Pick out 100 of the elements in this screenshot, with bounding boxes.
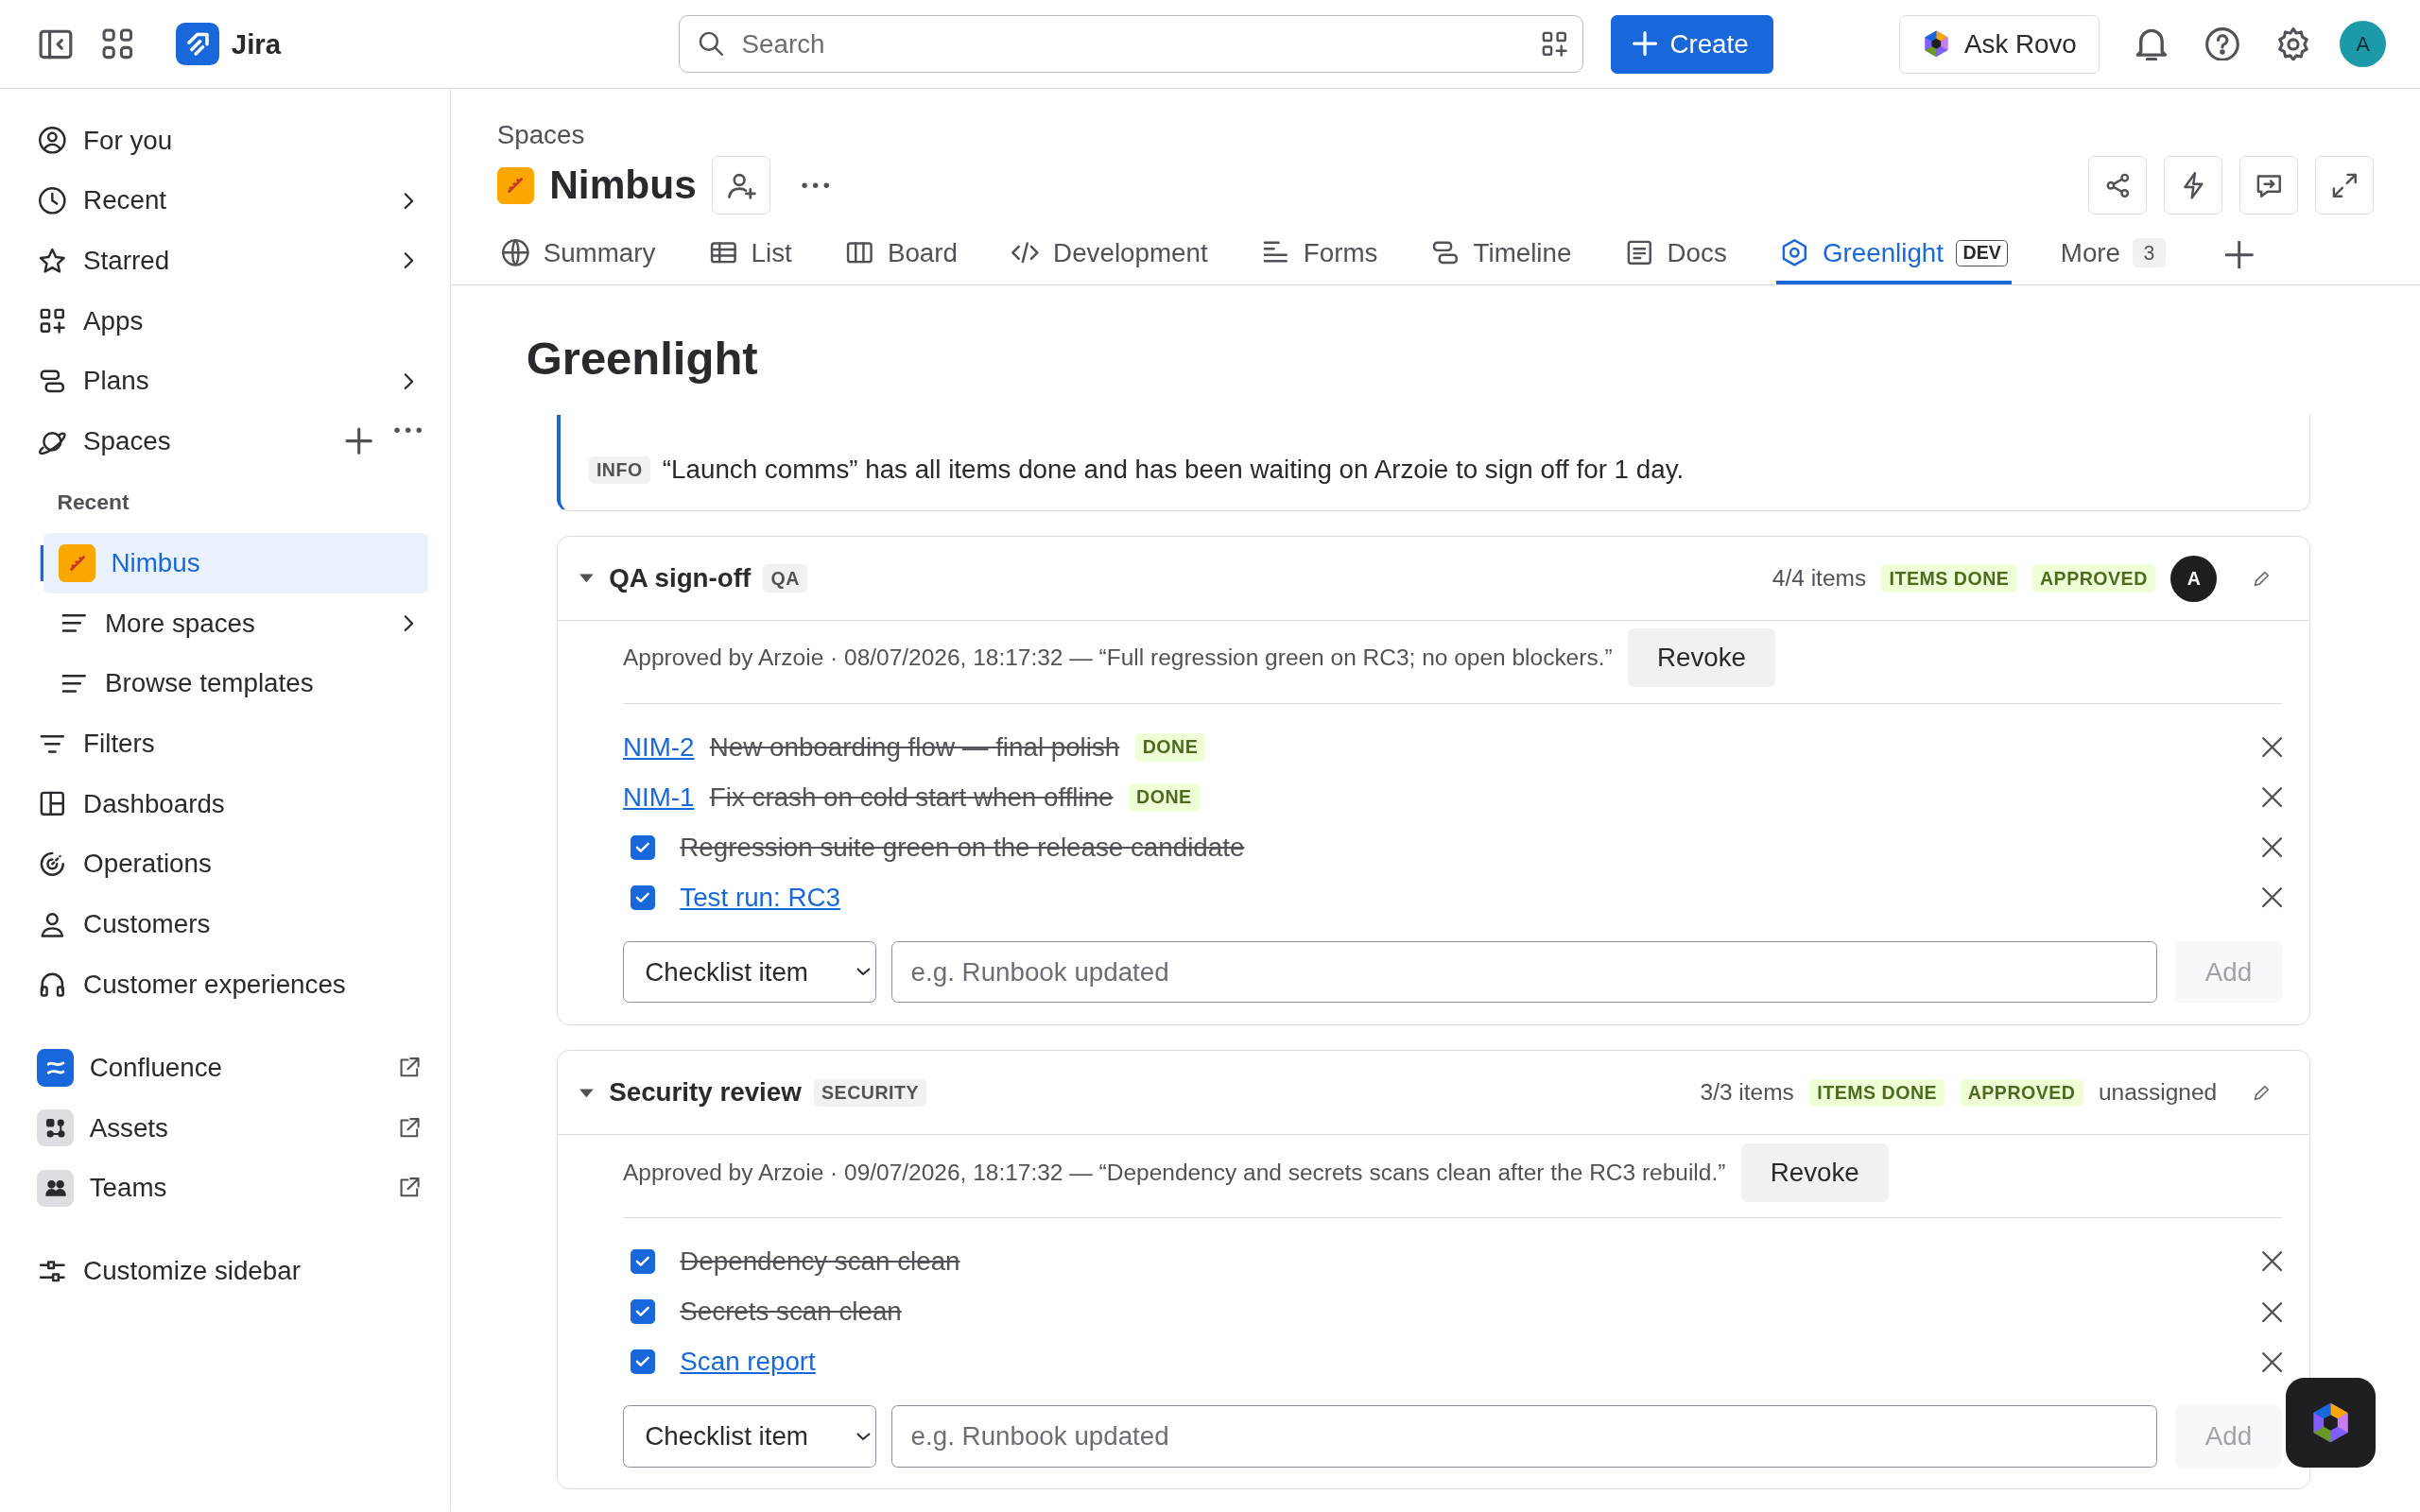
item-count: 4/4 items xyxy=(1772,565,1867,593)
checkbox[interactable] xyxy=(631,834,656,860)
category-tag: SECURITY xyxy=(813,1078,927,1108)
tab[interactable]: Board xyxy=(840,225,961,284)
sidebar-item[interactable]: Customize sidebar xyxy=(25,1241,428,1302)
add-tab-icon[interactable] xyxy=(2225,241,2254,269)
close-icon[interactable] xyxy=(2261,1301,2282,1322)
tab[interactable]: Timeline xyxy=(1426,225,1575,284)
sidebar-item[interactable]: For you xyxy=(25,110,428,171)
item-count: 3/3 items xyxy=(1700,1079,1794,1107)
notification-icon[interactable] xyxy=(2135,26,2169,61)
rovo-chat-button[interactable] xyxy=(2285,1377,2376,1468)
tab[interactable]: Summary xyxy=(496,225,659,284)
space-logo-icon xyxy=(496,166,534,204)
checkbox[interactable] xyxy=(631,1349,656,1375)
jira-logo-icon xyxy=(176,22,219,66)
sidebar-item[interactable]: Browse templates xyxy=(25,653,428,714)
close-icon[interactable] xyxy=(2261,1251,2282,1272)
more-icon[interactable] xyxy=(801,181,830,189)
page-title: Greenlight xyxy=(526,331,759,385)
sidebar-item[interactable]: Spaces xyxy=(25,411,428,472)
item-link[interactable]: Test run: RC3 xyxy=(680,882,840,913)
search-input[interactable]: Search xyxy=(738,26,1528,61)
sidebar-item[interactable]: Apps xyxy=(25,290,428,352)
status-lozenge: DONE xyxy=(1128,783,1200,812)
create-button[interactable]: Create xyxy=(1611,14,1773,74)
tab[interactable]: More 3 xyxy=(2057,225,2169,284)
caret-down-icon[interactable] xyxy=(579,574,594,583)
status-lozenge: ITEMS DONE xyxy=(1881,564,2017,593)
plus-icon xyxy=(1633,31,1658,57)
confluence-logo-icon xyxy=(37,1049,75,1087)
category-tag: QA xyxy=(763,564,807,593)
sidebar-item[interactable]: Assets xyxy=(25,1097,428,1159)
sidebar-item[interactable]: Customers xyxy=(25,894,428,954)
checkbox[interactable] xyxy=(631,1299,656,1325)
close-icon[interactable] xyxy=(2261,837,2282,858)
feedback-icon[interactable] xyxy=(2239,156,2299,215)
close-icon[interactable] xyxy=(2261,737,2282,758)
issue-summary: New onboarding flow — final polish xyxy=(709,731,1120,763)
issue-link[interactable]: NIM-2 xyxy=(622,731,695,763)
sidebar-item[interactable]: Recent xyxy=(25,170,428,232)
approval-note: Approved by Arzoie · 08/07/2026, 18:17:32 — “Full regression green on RC3; no open blockers.” xyxy=(622,644,1613,672)
sidebar-item[interactable]: Starred xyxy=(25,231,428,291)
sidebar-item[interactable]: Plans xyxy=(25,351,428,412)
tab[interactable]: Docs xyxy=(1620,225,1731,284)
more-icon[interactable] xyxy=(394,427,423,434)
ask-rovo-button[interactable]: Ask Rovo xyxy=(1898,14,2100,74)
share-icon[interactable] xyxy=(2088,156,2148,215)
sidebar-item[interactable]: Nimbus xyxy=(43,533,428,593)
sidebar-item[interactable]: Dashboards xyxy=(25,773,428,834)
add-people-icon[interactable] xyxy=(712,156,771,215)
revoke-button[interactable]: Revoke xyxy=(1740,1143,1889,1202)
plus-icon[interactable] xyxy=(344,427,373,455)
app-switcher-icon[interactable] xyxy=(101,28,133,60)
checkbox[interactable] xyxy=(631,1249,656,1275)
checklist-item-text: Secrets scan clean xyxy=(680,1297,902,1328)
lightning-icon[interactable] xyxy=(2164,156,2223,215)
caret-down-icon[interactable] xyxy=(579,1088,594,1098)
checkbox[interactable] xyxy=(631,885,656,910)
sidebar-item[interactable]: More spaces xyxy=(25,593,428,654)
close-icon[interactable] xyxy=(2261,1351,2282,1372)
tab[interactable]: Development xyxy=(1007,225,1211,284)
revoke-button[interactable]: Revoke xyxy=(1627,628,1776,688)
search-field[interactable]: Search xyxy=(679,15,1584,73)
checklist-item-text: Regression suite green on the release candidate xyxy=(680,832,1245,863)
tab[interactable]: Greenlight DEV xyxy=(1776,225,2012,284)
settings-icon[interactable] xyxy=(2276,26,2311,61)
sidebar-item[interactable]: Teams xyxy=(25,1158,428,1219)
expand-icon[interactable] xyxy=(2315,156,2375,215)
sidebar-item[interactable]: Operations xyxy=(25,833,428,895)
sidebar-item[interactable]: Customer experiences xyxy=(25,954,428,1015)
status-lozenge: APPROVED xyxy=(2031,564,2155,593)
tab[interactable]: List xyxy=(704,225,795,284)
user-avatar[interactable]: A xyxy=(2340,21,2387,67)
assets-icon xyxy=(37,1109,75,1147)
status-lozenge: APPROVED xyxy=(1960,1078,2083,1108)
app-name: Jira xyxy=(231,27,282,60)
approval-note: Approved by Arzoie · 09/07/2026, 18:17:32 — “Dependency and secrets scans clean after the RC3 rebuild.” xyxy=(622,1159,1726,1186)
clock-icon xyxy=(37,185,68,216)
globe-icon xyxy=(499,237,531,268)
status-lozenge: DONE xyxy=(1134,733,1206,762)
help-icon[interactable] xyxy=(2205,26,2240,61)
assignee-avatar: A xyxy=(2170,555,2218,602)
dev-badge: DEV xyxy=(1956,239,2009,266)
sidebar-item[interactable]: Confluence xyxy=(25,1038,428,1098)
issue-summary: Fix crash on cold start when offline xyxy=(709,782,1114,813)
tab-count: 3 xyxy=(2133,238,2166,267)
close-icon[interactable] xyxy=(2261,787,2282,808)
tab[interactable]: Forms xyxy=(1256,225,1381,284)
sidebar-item[interactable]: Filters xyxy=(25,713,428,774)
info-tag: INFO xyxy=(588,455,650,485)
issue-link[interactable]: NIM-1 xyxy=(622,782,695,813)
item-link[interactable]: Scan report xyxy=(680,1347,816,1378)
close-icon[interactable] xyxy=(2261,887,2282,908)
teams-icon xyxy=(37,1169,75,1207)
card-title: QA sign-off xyxy=(609,563,752,594)
status-lozenge: ITEMS DONE xyxy=(1809,1078,1945,1108)
assignee-label: unassigned xyxy=(2098,1079,2218,1107)
notice-text: “Launch comms” has all items done and has been waiting on Arzoie to sign off for 1 day. xyxy=(662,455,1685,486)
breadcrumb[interactable]: Spaces xyxy=(496,119,2375,150)
